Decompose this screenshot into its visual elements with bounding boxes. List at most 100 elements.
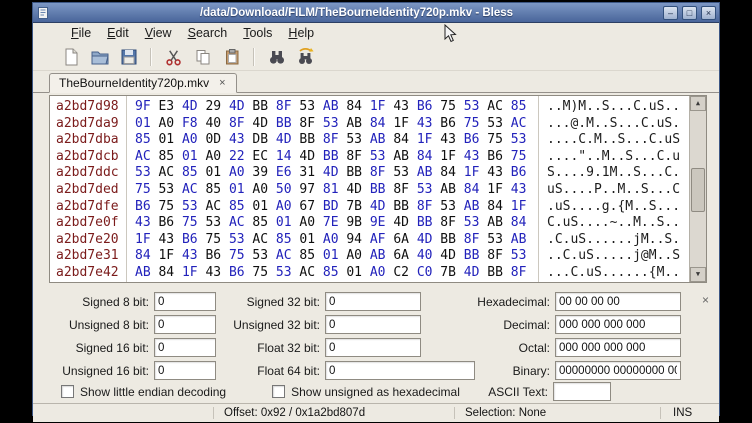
menu-tools[interactable]: Tools [235, 24, 280, 42]
hex-row-bytes[interactable]: 9F E3 4D 29 4D BB 8F 53 AB 84 1F 43 B6 7… [135, 99, 538, 116]
menu-search[interactable]: Search [180, 24, 236, 42]
ascii-text-input[interactable] [553, 382, 611, 401]
hex-byte[interactable]: AC [205, 199, 221, 214]
hex-byte[interactable]: B6 [158, 215, 174, 230]
hex-byte[interactable]: 85 [276, 232, 292, 247]
hex-byte[interactable]: 1F [464, 165, 480, 180]
hex-byte[interactable]: 01 [276, 215, 292, 230]
hex-byte[interactable]: 85 [252, 215, 268, 230]
hex-byte[interactable]: 8F [276, 99, 292, 114]
hex-byte[interactable]: AC [135, 149, 151, 164]
hex-byte[interactable]: BB [276, 116, 292, 131]
close-button-icon[interactable]: × [701, 6, 716, 20]
hex-byte[interactable]: A0 [299, 215, 315, 230]
hex-byte[interactable]: 53 [276, 265, 292, 280]
hex-byte[interactable]: 4D [299, 149, 315, 164]
hex-byte[interactable]: C0 [417, 265, 433, 280]
hex-byte[interactable]: 9F [135, 99, 151, 114]
hex-byte[interactable]: BB [440, 232, 456, 247]
hex-byte[interactable]: A0 [182, 132, 198, 147]
hex-byte[interactable]: 53 [487, 232, 503, 247]
hex-byte[interactable]: 31 [299, 165, 315, 180]
hex-byte[interactable]: 53 [487, 116, 503, 131]
octal-input[interactable] [555, 338, 681, 357]
hex-byte[interactable]: 4D [323, 165, 339, 180]
hex-byte[interactable]: E6 [276, 165, 292, 180]
hex-byte[interactable]: 50 [276, 182, 292, 197]
hex-row-ascii[interactable]: ..C.uS.....j@M..S [547, 248, 689, 265]
hex-byte[interactable]: 53 [205, 215, 221, 230]
paste-button[interactable] [218, 45, 245, 69]
hex-byte[interactable]: 01 [135, 116, 151, 131]
hex-byte[interactable]: 0D [205, 132, 221, 147]
hex-byte[interactable]: 84 [464, 182, 480, 197]
ascii-column[interactable]: ..M)M..S...C.uS.....@.M..S...C.uS.....C.… [539, 96, 689, 282]
unsigned-as-hex-checkbox[interactable] [272, 385, 285, 398]
hex-byte[interactable]: AC [158, 165, 174, 180]
hex-byte[interactable]: AB [487, 215, 503, 230]
hex-byte[interactable]: AB [370, 248, 386, 263]
hex-row-bytes[interactable]: 01 A0 F8 40 8F 4D BB 8F 53 AB 84 1F 43 B… [135, 116, 538, 133]
hex-byte[interactable]: 85 [511, 99, 527, 114]
hex-byte[interactable]: 7B [346, 199, 362, 214]
hex-byte[interactable]: 84 [346, 99, 362, 114]
hex-byte[interactable]: 8F [393, 182, 409, 197]
hex-byte[interactable]: 43 [440, 132, 456, 147]
hex-column[interactable]: 9F E3 4D 29 4D BB 8F 53 AB 84 1F 43 B6 7… [127, 96, 539, 282]
menu-view[interactable]: View [137, 24, 180, 42]
hex-byte[interactable]: 9E [370, 215, 386, 230]
hex-byte[interactable]: 43 [511, 182, 527, 197]
hex-byte[interactable]: AB [393, 149, 409, 164]
hex-byte[interactable]: F8 [182, 116, 198, 131]
hex-byte[interactable]: 43 [158, 232, 174, 247]
scrollbar-thumb[interactable] [691, 168, 705, 212]
hex-row-ascii[interactable]: .C.uS......jM..S. [547, 232, 689, 249]
hex-byte[interactable]: 85 [229, 199, 245, 214]
menu-edit[interactable]: Edit [99, 24, 137, 42]
hex-row-bytes[interactable]: B6 75 53 AC 85 01 A0 67 BD 7B 4D BB 8F 5… [135, 199, 538, 216]
hex-byte[interactable]: 75 [135, 182, 151, 197]
hex-byte[interactable]: B6 [487, 149, 503, 164]
hex-byte[interactable]: EC [252, 149, 268, 164]
hex-byte[interactable]: 53 [417, 182, 433, 197]
titlebar[interactable]: /data/Download/FILM/TheBourneIdentity720… [33, 3, 719, 23]
decimal-input[interactable] [555, 315, 681, 334]
hex-byte[interactable]: 43 [205, 265, 221, 280]
tab-close-icon[interactable]: × [218, 78, 226, 89]
hex-byte[interactable]: B6 [182, 232, 198, 247]
hex-byte[interactable]: 43 [135, 215, 151, 230]
hex-byte[interactable]: 7E [323, 215, 339, 230]
hex-byte[interactable]: 85 [205, 182, 221, 197]
hex-byte[interactable]: B6 [511, 165, 527, 180]
hex-byte[interactable]: 01 [299, 232, 315, 247]
hex-byte[interactable]: 1F [393, 116, 409, 131]
hex-byte[interactable]: 43 [417, 116, 433, 131]
minimize-button-icon[interactable]: – [663, 6, 678, 20]
hex-byte[interactable]: 53 [440, 199, 456, 214]
hex-row-ascii[interactable]: C.uS....~..M..S.. [547, 215, 689, 232]
hex-byte[interactable]: 29 [205, 99, 221, 114]
hex-byte[interactable]: 8F [417, 199, 433, 214]
hex-byte[interactable]: 75 [205, 232, 221, 247]
hex-byte[interactable]: 39 [252, 165, 268, 180]
hex-byte[interactable]: AB [417, 165, 433, 180]
float-32bit-input[interactable] [325, 338, 421, 357]
hex-byte[interactable]: 75 [511, 149, 527, 164]
hex-byte[interactable]: AC [182, 182, 198, 197]
hex-byte[interactable]: 1F [511, 199, 527, 214]
signed-32bit-input[interactable] [325, 292, 421, 311]
hex-byte[interactable]: AC [487, 99, 503, 114]
hex-byte[interactable]: BB [464, 248, 480, 263]
hex-byte[interactable]: 8F [229, 116, 245, 131]
hex-byte[interactable]: 84 [511, 215, 527, 230]
hex-byte[interactable]: 01 [205, 165, 221, 180]
hex-byte[interactable]: 53 [252, 248, 268, 263]
hex-byte[interactable]: 4D [182, 99, 198, 114]
hex-byte[interactable]: BB [323, 149, 339, 164]
hex-byte[interactable]: 53 [511, 248, 527, 263]
hex-byte[interactable]: 1F [487, 182, 503, 197]
hex-row-bytes[interactable]: 1F 43 B6 75 53 AC 85 01 A0 94 AF 6A 4D B… [135, 232, 538, 249]
hex-byte[interactable]: AB [440, 182, 456, 197]
hex-byte[interactable]: A0 [252, 182, 268, 197]
hex-byte[interactable]: AB [464, 199, 480, 214]
